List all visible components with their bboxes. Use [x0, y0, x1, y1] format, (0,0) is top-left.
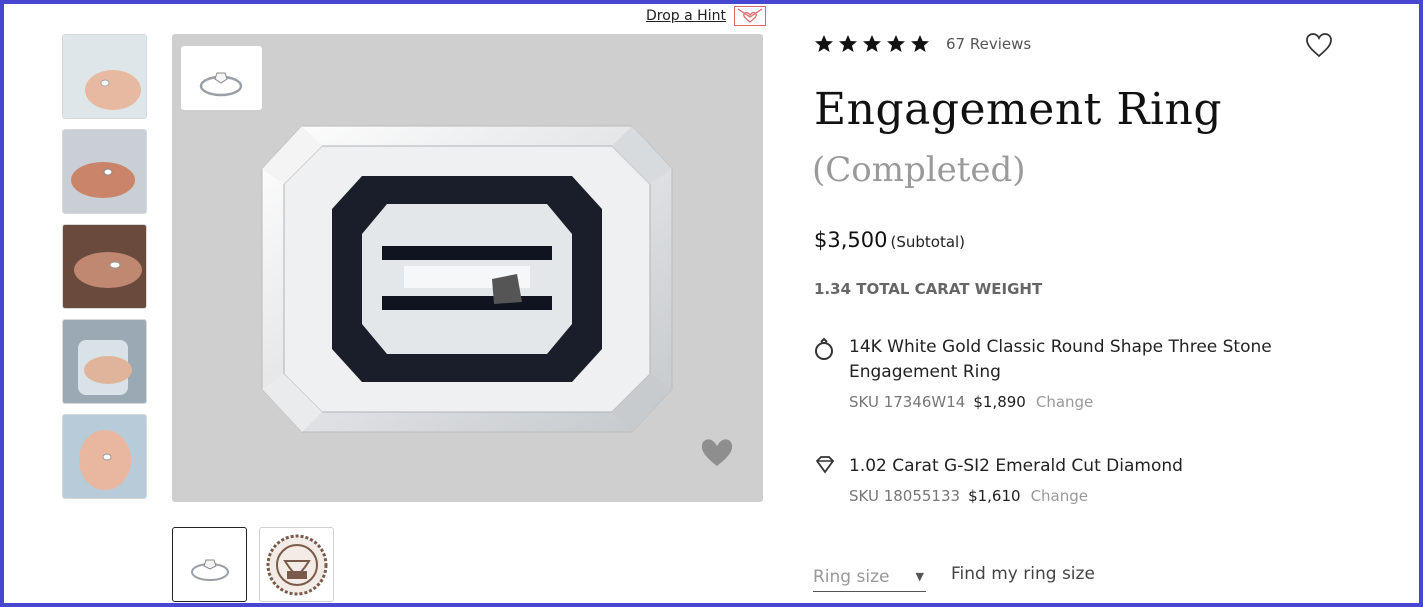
carat-weight: 1.34 TOTAL CARAT WEIGHT: [814, 280, 1043, 298]
thumbnail-3[interactable]: [62, 224, 147, 309]
product-title: Engagement Ring: [814, 84, 1223, 135]
setting-meta: SKU 17346W14 $1,890 Change: [849, 393, 1319, 411]
star-rating[interactable]: [814, 34, 930, 54]
diamond-component: 1.02 Carat G-SI2 Emerald Cut Diamond SKU…: [814, 454, 1319, 505]
change-setting-link[interactable]: Change: [1036, 393, 1093, 411]
rating-summary: 67 Reviews: [814, 34, 1031, 54]
reviews-link[interactable]: 67 Reviews: [946, 35, 1031, 53]
drop-hint-link[interactable]: Drop a Hint: [646, 8, 726, 24]
media-thumbnails: [172, 527, 334, 602]
thumbnail-2[interactable]: [62, 129, 147, 214]
ring-size-select[interactable]: Ring size ▼: [813, 562, 926, 592]
main-product-image[interactable]: [172, 34, 763, 502]
find-ring-size-link[interactable]: Find my ring size: [951, 564, 1095, 584]
diamond-meta: SKU 18055133 $1,610 Change: [849, 487, 1319, 505]
star-icon: [815, 35, 833, 52]
star-icon: [887, 35, 905, 52]
diamond-sku: SKU 18055133: [849, 487, 961, 505]
setting-component: 14K White Gold Classic Round Shape Three…: [814, 335, 1319, 411]
setting-name: 14K White Gold Classic Round Shape Three…: [849, 337, 1272, 382]
product-price: $3,500: [814, 228, 888, 252]
thumbnail-1[interactable]: [62, 34, 147, 119]
certificate-seal-thumbnail[interactable]: [259, 527, 334, 602]
ring-preview-badge[interactable]: [181, 46, 262, 110]
diamond-icon: [814, 456, 836, 505]
star-icon: [839, 35, 857, 52]
thumbnail-list: [62, 34, 148, 509]
change-diamond-link[interactable]: Change: [1031, 487, 1088, 505]
product-subtitle: (Completed): [812, 150, 1026, 190]
price-note: (Subtotal): [890, 233, 966, 251]
caret-down-icon: ▼: [915, 570, 924, 583]
price-line: $3,500 (Subtotal): [814, 228, 965, 252]
diamond-price: $1,610: [968, 487, 1021, 505]
ring-icon: [814, 337, 836, 411]
wishlist-heart-icon[interactable]: [1305, 32, 1333, 62]
ring-size-placeholder: Ring size: [813, 566, 890, 587]
diamond-name: 1.02 Carat G-SI2 Emerald Cut Diamond: [849, 456, 1183, 476]
star-icon: [863, 35, 881, 52]
setting-price: $1,890: [973, 393, 1026, 411]
ring-photo-thumbnail[interactable]: [172, 527, 247, 602]
envelope-heart-icon[interactable]: [733, 6, 766, 26]
thumbnail-5[interactable]: [62, 414, 147, 499]
thumbnail-4[interactable]: [62, 319, 147, 404]
setting-sku: SKU 17346W14: [849, 393, 966, 411]
star-icon: [911, 35, 929, 52]
drop-hint: Drop a Hint: [646, 6, 766, 26]
heart-watermark-icon: [699, 434, 735, 472]
